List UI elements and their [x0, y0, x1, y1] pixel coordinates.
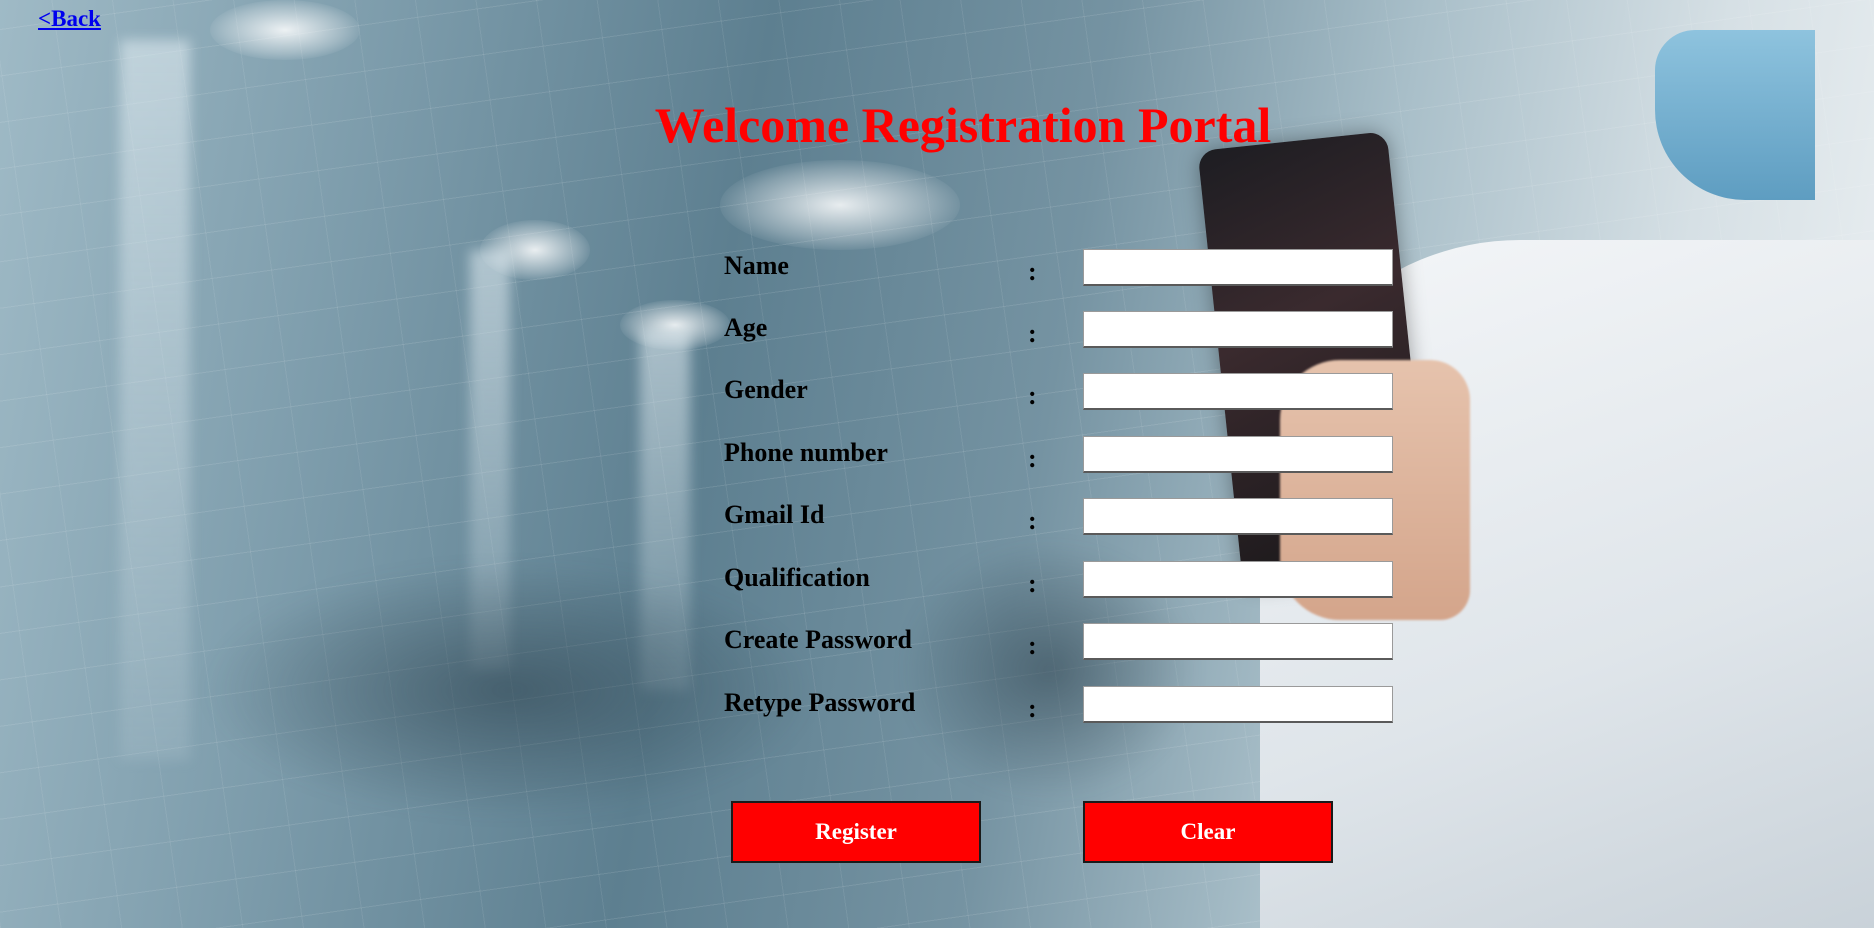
- form-row-name: Name :: [724, 249, 1404, 291]
- clear-button[interactable]: Clear: [1083, 801, 1333, 863]
- create-password-input[interactable]: [1083, 623, 1393, 660]
- gmail-colon: :: [1028, 506, 1037, 535]
- register-button[interactable]: Register: [731, 801, 981, 863]
- form-row-retype-password: Retype Password :: [724, 686, 1404, 728]
- back-link[interactable]: <Back: [38, 6, 101, 32]
- name-colon: :: [1028, 257, 1037, 286]
- registration-page: <Back Welcome Registration Portal Name :…: [0, 0, 1874, 928]
- phone-colon: :: [1028, 444, 1037, 473]
- background-ceiling-light: [480, 220, 590, 280]
- form-row-qualification: Qualification :: [724, 561, 1404, 603]
- retype-password-colon: :: [1028, 694, 1037, 723]
- create-password-label: Create Password: [724, 625, 912, 654]
- retype-password-label: Retype Password: [724, 688, 916, 717]
- phone-input[interactable]: [1083, 436, 1393, 473]
- background-pillar: [640, 330, 690, 690]
- background-ceiling-light: [720, 160, 960, 250]
- qualification-input[interactable]: [1083, 561, 1393, 598]
- gmail-label: Gmail Id: [724, 500, 825, 529]
- background-ceiling-light: [620, 300, 730, 350]
- phone-label: Phone number: [724, 438, 888, 467]
- form-row-create-password: Create Password :: [724, 623, 1404, 665]
- background-ceiling-light: [210, 0, 360, 60]
- gender-colon: :: [1028, 381, 1037, 410]
- form-row-phone: Phone number :: [724, 436, 1404, 478]
- page-title: Welcome Registration Portal: [654, 97, 1272, 153]
- qualification-label: Qualification: [724, 563, 870, 592]
- form-row-gmail: Gmail Id :: [724, 498, 1404, 540]
- name-label: Name: [724, 251, 789, 280]
- age-input[interactable]: [1083, 311, 1393, 348]
- gender-label: Gender: [724, 375, 808, 404]
- gmail-input[interactable]: [1083, 498, 1393, 535]
- qualification-colon: :: [1028, 569, 1037, 598]
- form-row-gender: Gender :: [724, 373, 1404, 415]
- retype-password-input[interactable]: [1083, 686, 1393, 723]
- age-colon: :: [1028, 319, 1037, 348]
- age-label: Age: [724, 313, 768, 342]
- create-password-colon: :: [1028, 631, 1037, 660]
- gender-input[interactable]: [1083, 373, 1393, 410]
- name-input[interactable]: [1083, 249, 1393, 286]
- background-pillar: [470, 250, 510, 670]
- form-row-age: Age :: [724, 311, 1404, 353]
